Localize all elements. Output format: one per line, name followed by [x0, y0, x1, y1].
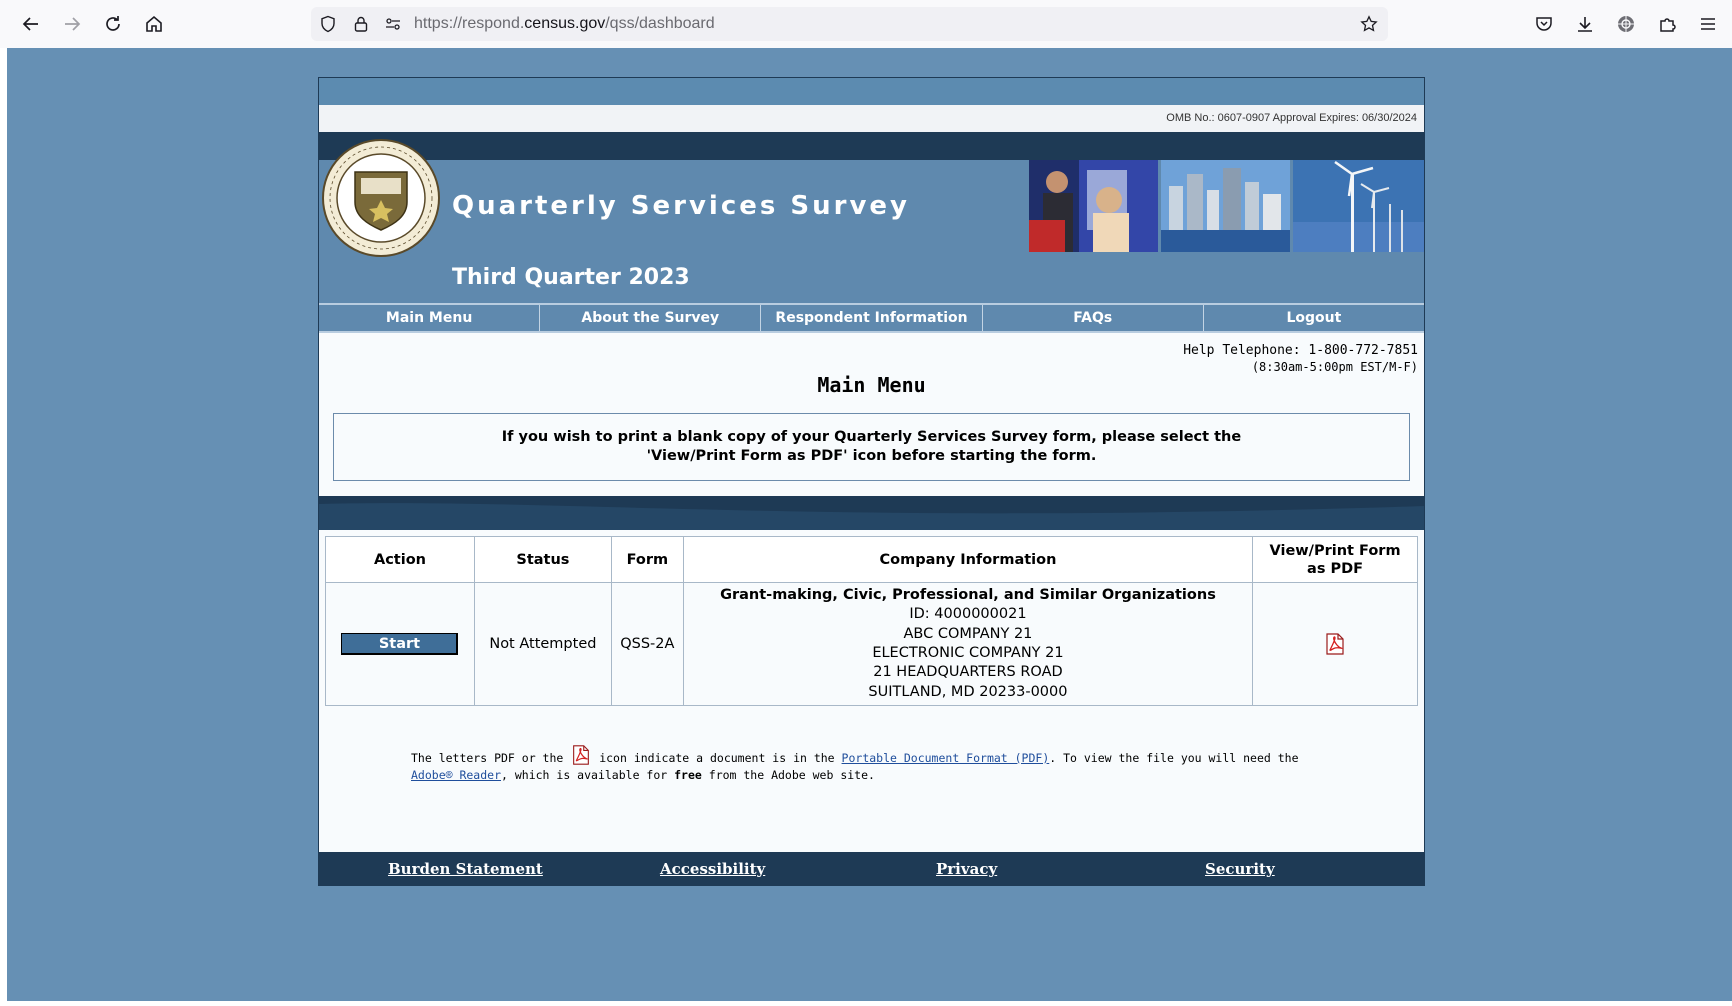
bookmark-star-icon[interactable]: [1359, 14, 1379, 34]
download-icon[interactable]: [1569, 8, 1601, 40]
pdf-icon[interactable]: [1323, 632, 1347, 656]
footnote-text1: The letters PDF or the: [411, 751, 564, 765]
omb-notice: OMB No.: 0607-0907 Approval Expires: 06/…: [319, 105, 1424, 132]
footnote-text2: icon indicate a document is in the: [599, 751, 835, 765]
address-bar[interactable]: https://respond.census.gov/qss/dashboard: [311, 7, 1388, 41]
col-company: Company Information: [682, 536, 1254, 583]
page-footer: Burden Statement Accessibility Privacy S…: [319, 852, 1424, 885]
url-text[interactable]: https://respond.census.gov/qss/dashboard: [414, 15, 715, 33]
footnote-text3: . To view the file you will need the: [1049, 751, 1299, 765]
company-line1: ABC COMPANY 21: [903, 625, 1033, 642]
shield-icon[interactable]: [318, 14, 338, 34]
reload-icon[interactable]: [97, 8, 129, 40]
lock-icon[interactable]: [351, 14, 371, 34]
col-view-print-line2: as PDF: [1307, 560, 1364, 577]
footnote-text5: from the Adobe web site.: [708, 768, 875, 782]
browser-toolbar: https://respond.census.gov/qss/dashboard: [0, 0, 1732, 48]
company-id: ID: 4000000021: [909, 606, 1027, 623]
action-cell: Start: [325, 582, 475, 706]
accessibility-link[interactable]: Accessibility: [660, 860, 765, 878]
forward-arrow-icon[interactable]: [56, 8, 88, 40]
help-telephone: Help Telephone: 1-800-772-7851 (8:30am-5…: [1183, 343, 1418, 374]
print-notice: If you wish to print a blank copy of you…: [333, 413, 1410, 481]
page-viewport: OMB No.: 0607-0907 Approval Expires: 06/…: [7, 48, 1732, 1006]
nav-respondent-info[interactable]: Respondent Information: [761, 305, 983, 331]
company-line4: SUITLAND, MD 20233-0000: [868, 683, 1068, 700]
survey-quarter: Third Quarter 2023: [452, 265, 690, 290]
adobe-reader-link[interactable]: Adobe® Reader: [411, 768, 501, 782]
pocket-icon[interactable]: [1528, 8, 1560, 40]
survey-title: Quarterly Services Survey: [452, 191, 910, 221]
main-content: Help Telephone: 1-800-772-7851 (8:30am-5…: [319, 333, 1424, 885]
survey-banner: Quarterly Services Survey Third Quarter …: [319, 139, 1424, 303]
nav-about-survey[interactable]: About the Survey: [540, 305, 762, 331]
permissions-icon[interactable]: [383, 14, 403, 34]
banner-photo-workers: [1029, 160, 1158, 252]
col-form: Form: [610, 536, 684, 583]
banner-photo-city: [1161, 160, 1290, 252]
section-divider: [319, 496, 1424, 530]
window-bottom-edge: [0, 1001, 1732, 1006]
print-notice-line2: 'View/Print Form as PDF' icon before sta…: [646, 448, 1097, 464]
footnote-text4: , which is available for: [501, 768, 668, 782]
start-button[interactable]: Start: [341, 633, 459, 655]
help-hours: (8:30am-5:00pm EST/M-F): [1251, 360, 1418, 374]
top-strip: [319, 78, 1424, 105]
page-title: Main Menu: [817, 373, 926, 397]
col-action: Action: [325, 536, 475, 583]
form-cell: QSS-2A: [610, 582, 684, 706]
pdf-format-link[interactable]: Portable Document Format (PDF): [842, 751, 1050, 765]
company-info-cell: Grant-making, Civic, Professional, and S…: [682, 582, 1254, 706]
main-nav: Main Menu About the Survey Respondent In…: [319, 303, 1424, 333]
col-view-print: View/Print Form as PDF: [1252, 536, 1418, 583]
extensions-icon[interactable]: [1651, 8, 1683, 40]
pdf-icon: [573, 745, 590, 765]
survey-table: Action Status Form Company Information V…: [325, 536, 1418, 706]
col-view-print-line1: View/Print Form: [1269, 542, 1401, 559]
burden-statement-link[interactable]: Burden Statement: [388, 860, 543, 878]
account-icon[interactable]: [1610, 8, 1642, 40]
col-status: Status: [473, 536, 612, 583]
pdf-footnote: The letters PDF or the icon indicate a d…: [411, 744, 1311, 784]
security-link[interactable]: Security: [1205, 860, 1275, 878]
company-industry: Grant-making, Civic, Professional, and S…: [720, 587, 1216, 604]
table-header-row: Action Status Form Company Information V…: [325, 536, 1418, 583]
menu-icon[interactable]: [1692, 8, 1724, 40]
back-arrow-icon[interactable]: [15, 8, 47, 40]
table-row: Start Not Attempted QSS-2A Grant-making,…: [325, 582, 1418, 706]
nav-main-menu[interactable]: Main Menu: [319, 305, 541, 331]
view-print-cell: [1252, 582, 1418, 706]
footnote-free: free: [674, 768, 702, 782]
company-line3: 21 HEADQUARTERS ROAD: [873, 664, 1063, 681]
header-band: [319, 132, 1424, 160]
status-cell: Not Attempted: [473, 582, 612, 706]
banner-photo-windmills: [1293, 160, 1424, 252]
census-seal-logo: [322, 139, 440, 257]
home-icon[interactable]: [138, 8, 170, 40]
help-telephone-number: Help Telephone: 1-800-772-7851: [1183, 343, 1418, 358]
company-line2: ELECTRONIC COMPANY 21: [872, 645, 1064, 661]
privacy-link[interactable]: Privacy: [936, 860, 997, 878]
survey-page: OMB No.: 0607-0907 Approval Expires: 06/…: [318, 77, 1425, 886]
nav-logout[interactable]: Logout: [1204, 305, 1424, 331]
nav-faqs[interactable]: FAQs: [983, 305, 1204, 331]
print-notice-line1: If you wish to print a blank copy of you…: [501, 429, 1242, 445]
